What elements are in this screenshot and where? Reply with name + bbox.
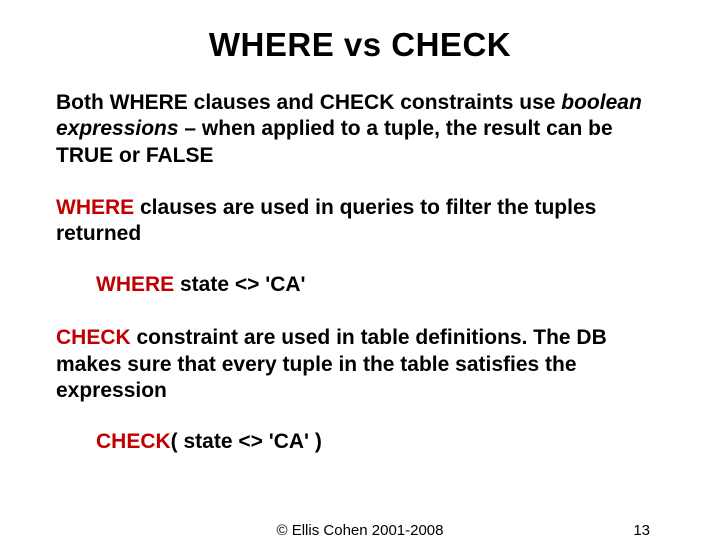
where-code-keyword: WHERE — [96, 273, 174, 296]
where-paragraph: WHERE clauses are used in queries to fil… — [56, 195, 664, 248]
slide: WHERE vs CHECK Both WHERE clauses and CH… — [0, 0, 720, 540]
where-code: WHERE state <> 'CA' — [96, 273, 664, 297]
check-code-keyword: CHECK — [96, 430, 171, 453]
check-desc: constraint are used in table definitions… — [56, 326, 607, 402]
where-code-rest: state <> 'CA' — [174, 273, 305, 296]
page-number: 13 — [633, 522, 650, 539]
where-desc: clauses are used in queries to filter th… — [56, 196, 596, 245]
check-code-rest: ( state <> 'CA' ) — [171, 430, 322, 453]
intro-lead: Both WHERE clauses and CHECK constraints… — [56, 91, 561, 114]
check-keyword: CHECK — [56, 326, 131, 349]
check-paragraph: CHECK constraint are used in table defin… — [56, 325, 664, 404]
slide-title: WHERE vs CHECK — [56, 26, 664, 64]
copyright-text: © Ellis Cohen 2001-2008 — [277, 522, 444, 539]
check-code: CHECK( state <> 'CA' ) — [96, 430, 664, 454]
intro-paragraph: Both WHERE clauses and CHECK constraints… — [56, 90, 664, 169]
where-keyword: WHERE — [56, 196, 134, 219]
